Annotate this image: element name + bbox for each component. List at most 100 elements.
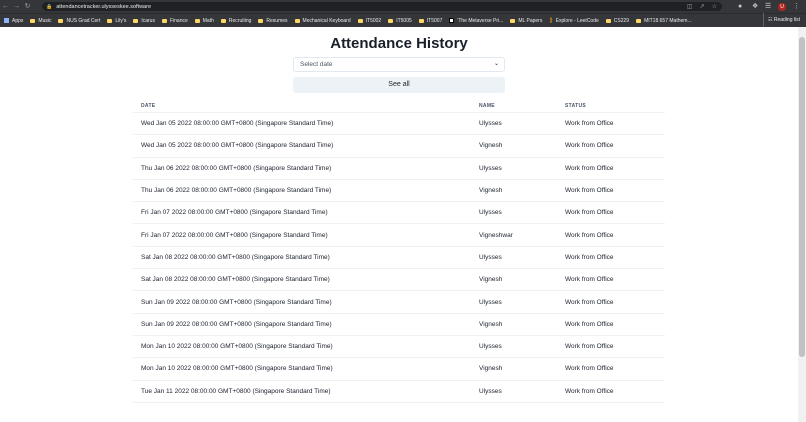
- name-cell: Ulysses: [479, 120, 502, 128]
- bookmark-recruiting[interactable]: Recruiting: [220, 18, 251, 24]
- table-row: Thu Jan 06 2022 08:00:00 GMT+0800 (Singa…: [133, 158, 665, 180]
- status-cell: Work from Office: [565, 231, 614, 239]
- back-icon[interactable]: ←: [0, 0, 11, 13]
- bookmark-resumes[interactable]: Resumes: [258, 18, 288, 24]
- puzzle-icon[interactable]: ❖: [752, 0, 758, 13]
- bookmark-icarus[interactable]: Icarus: [133, 18, 155, 24]
- bookmark-nus-grad-cert[interactable]: NUS Grad Cert: [58, 18, 100, 24]
- table-row: Wed Jan 05 2022 08:00:00 GMT+0800 (Singa…: [133, 135, 665, 158]
- table-body: Wed Jan 05 2022 08:00:00 GMT+0800 (Singa…: [133, 113, 665, 403]
- bookmark-finance[interactable]: Finance: [161, 18, 188, 24]
- forward-icon[interactable]: →: [11, 0, 22, 13]
- url-text: attendancetracker.ulysseskee.software: [56, 3, 152, 10]
- reading-list[interactable]: ☷ Reading list: [762, 13, 800, 27]
- bookmark-ml-papers[interactable]: ML Papers: [510, 18, 542, 24]
- name-cell: Ulysses: [479, 298, 502, 306]
- name-cell: Vignesh: [479, 320, 503, 328]
- date-select[interactable]: Select date ⌄: [293, 57, 505, 72]
- folder-icon: [220, 18, 226, 23]
- date-cell: Sun Jan 09 2022 08:00:00 GMT+0800 (Singa…: [141, 298, 332, 306]
- table-row: Sun Jan 09 2022 08:00:00 GMT+0800 (Singa…: [133, 291, 665, 314]
- name-cell: Vignesh: [479, 276, 503, 284]
- folder-icon: [30, 18, 36, 23]
- date-cell: Mon Jan 10 2022 08:00:00 GMT+0800 (Singa…: [141, 365, 333, 373]
- date-select-placeholder: Select date: [300, 61, 333, 68]
- extension-icon[interactable]: ●: [738, 0, 742, 13]
- date-cell: Fri Jan 07 2022 08:00:00 GMT+0800 (Singa…: [141, 209, 328, 217]
- date-cell: Sun Jan 09 2022 08:00:00 GMT+0800 (Singa…: [141, 320, 332, 328]
- table-row: Fri Jan 07 2022 08:00:00 GMT+0800 (Singa…: [133, 224, 665, 247]
- name-cell: Ulysses: [479, 164, 502, 172]
- column-header-status: STATUS: [565, 103, 587, 109]
- folder-icon: [133, 18, 139, 23]
- status-cell: Work from Office: [565, 276, 614, 284]
- leetcode-icon: ⟫: [549, 18, 553, 24]
- folder-icon: [636, 18, 642, 23]
- bookmark-it5002[interactable]: IT5002: [357, 18, 381, 24]
- table-row: Fri Jan 07 2022 08:00:00 GMT+0800 (Singa…: [133, 202, 665, 225]
- table-row: Sun Jan 09 2022 08:00:00 GMT+0800 (Singa…: [133, 314, 665, 336]
- bookmark-apps[interactable]: Apps: [4, 18, 23, 24]
- media-icon[interactable]: ☰: [765, 0, 771, 13]
- address-bar[interactable]: 🔒 attendancetracker.ulysseskee.software …: [42, 2, 722, 11]
- status-cell: Work from Office: [565, 142, 614, 150]
- status-cell: Work from Office: [565, 187, 614, 195]
- date-cell: Wed Jan 05 2022 08:00:00 GMT+0800 (Singa…: [141, 120, 334, 128]
- status-cell: Work from Office: [565, 387, 614, 395]
- menu-icon[interactable]: ⋮: [793, 0, 800, 13]
- folder-icon: [510, 18, 516, 23]
- bookmark-it5007[interactable]: IT5007: [418, 18, 442, 24]
- folder-icon: [258, 18, 264, 23]
- table-row: Wed Jan 05 2022 08:00:00 GMT+0800 (Singa…: [133, 113, 665, 136]
- bookmark-metaverse[interactable]: 'The Metaverse Pri...: [449, 18, 503, 24]
- status-cell: Work from Office: [565, 365, 614, 373]
- date-cell: Fri Jan 07 2022 08:00:00 GMT+0800 (Singa…: [141, 231, 328, 239]
- bookmark-leetcode[interactable]: ⟫ Explore - LeetCode: [549, 17, 598, 25]
- date-cell: Tue Jan 11 2022 08:00:00 GMT+0800 (Singa…: [141, 387, 331, 395]
- scrollbar[interactable]: [798, 27, 806, 422]
- bookmark-mechanical-keyboard[interactable]: Mechanical Keyboard: [294, 18, 351, 24]
- name-cell: Vignesh: [479, 365, 503, 373]
- profile-avatar[interactable]: U: [778, 3, 786, 11]
- bookmark-math[interactable]: Math: [194, 18, 214, 24]
- bookmark-music[interactable]: Music: [30, 18, 51, 24]
- scrollbar-thumb[interactable]: [799, 37, 805, 357]
- table-header: DATE NAME STATUS: [133, 100, 665, 113]
- name-cell: Ulysses: [479, 343, 502, 351]
- page-title: Attendance History: [330, 35, 468, 52]
- date-cell: Mon Jan 10 2022 08:00:00 GMT+0800 (Singa…: [141, 343, 333, 351]
- date-cell: Wed Jan 05 2022 08:00:00 GMT+0800 (Singa…: [141, 142, 334, 150]
- attendance-table: DATE NAME STATUS Wed Jan 05 2022 08:00:0…: [133, 100, 665, 403]
- status-cell: Work from Office: [565, 120, 614, 128]
- folder-icon: [357, 18, 363, 23]
- see-all-button[interactable]: See all: [293, 77, 505, 93]
- bookmarks-bar: Apps Music NUS Grad Cert Lily's Icarus F…: [0, 13, 806, 27]
- date-cell: Sat Jan 08 2022 08:00:00 GMT+0800 (Singa…: [141, 253, 330, 261]
- status-cell: Work from Office: [565, 298, 614, 306]
- status-cell: Work from Office: [565, 343, 614, 351]
- bookmark-mit18657[interactable]: MIT18.657 Mathem...: [636, 18, 692, 24]
- table-row: Thu Jan 06 2022 08:00:00 GMT+0800 (Singa…: [133, 180, 665, 203]
- folder-icon: [388, 18, 394, 23]
- name-cell: Vigneshwar: [479, 231, 513, 239]
- status-cell: Work from Office: [565, 253, 614, 261]
- folder-icon: [107, 18, 113, 23]
- bookmark-it5005[interactable]: IT5005: [388, 18, 412, 24]
- browser-toolbar: ← → ↻ 🔒 attendancetracker.ulysseskee.sof…: [0, 0, 806, 13]
- share-icon[interactable]: ↗: [700, 3, 705, 10]
- bookmark-lilys[interactable]: Lily's: [107, 18, 126, 24]
- folder-icon: [58, 18, 64, 23]
- bookmark-star-icon[interactable]: ☆: [712, 3, 717, 10]
- table-row: Tue Jan 11 2022 08:00:00 GMT+0800 (Singa…: [133, 381, 665, 403]
- column-header-date: DATE: [141, 103, 156, 109]
- page-icon: [449, 18, 455, 23]
- apps-icon: [4, 18, 9, 23]
- install-icon[interactable]: ◫: [687, 3, 693, 10]
- folder-icon: [605, 18, 611, 23]
- name-cell: Vignesh: [479, 142, 503, 150]
- folder-icon: [194, 18, 200, 23]
- table-row: Mon Jan 10 2022 08:00:00 GMT+0800 (Singa…: [133, 336, 665, 359]
- bookmark-cs229[interactable]: CS229: [605, 18, 629, 24]
- folder-icon: [161, 18, 167, 23]
- reload-icon[interactable]: ↻: [22, 0, 33, 13]
